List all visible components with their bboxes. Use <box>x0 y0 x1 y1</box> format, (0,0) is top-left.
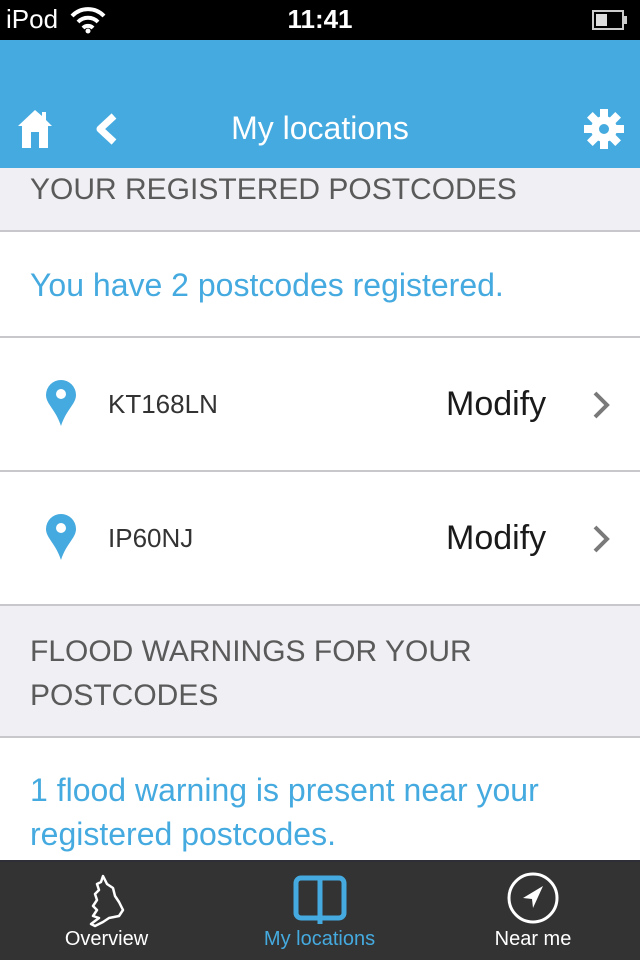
location-pin-icon <box>46 514 76 560</box>
book-icon <box>293 875 346 924</box>
chevron-right-icon <box>593 391 610 419</box>
tab-my-locations[interactable]: My locations <box>213 862 426 960</box>
tab-label: My locations <box>263 928 376 950</box>
postcode-label: KT168LN <box>108 389 218 419</box>
postcode-label: IP60NJ <box>108 523 194 553</box>
postcode-row[interactable]: KT168LN Modify <box>0 338 640 472</box>
page-title: My locations <box>231 110 409 146</box>
postcode-row[interactable]: IP60NJ Modify <box>0 472 640 606</box>
location-pin-icon <box>46 380 76 426</box>
status-time: 11:41 <box>287 4 353 34</box>
tab-label: Near me <box>494 928 572 950</box>
flood-warnings-header: FLOOD WARNINGS FOR YOUR POSTCODES <box>0 606 640 738</box>
chevron-right-icon <box>593 525 610 553</box>
registered-postcodes-header: YOUR REGISTERED POSTCODES <box>0 168 640 232</box>
map-outline-icon <box>89 874 124 928</box>
nav-bar: My locations <box>0 40 640 168</box>
status-bar: iPod 11:41 <box>0 0 640 40</box>
registered-count-text: You have 2 postcodes registered. <box>0 232 640 338</box>
battery-icon <box>592 10 627 30</box>
tab-label: Overview <box>64 928 149 950</box>
tab-near-me[interactable]: Near me <box>426 862 640 960</box>
gear-icon[interactable] <box>583 108 625 150</box>
tab-overview[interactable]: Overview <box>0 862 213 960</box>
modify-button[interactable]: Modify <box>446 472 546 604</box>
content-scroll[interactable]: YOUR REGISTERED POSTCODES You have 2 pos… <box>0 168 640 860</box>
navigation-arrow-icon <box>507 872 559 924</box>
flood-warning-text[interactable]: 1 flood warning is present near your reg… <box>0 738 640 860</box>
modify-button[interactable]: Modify <box>446 338 546 470</box>
tab-bar: Overview My locations Near me <box>0 860 640 960</box>
